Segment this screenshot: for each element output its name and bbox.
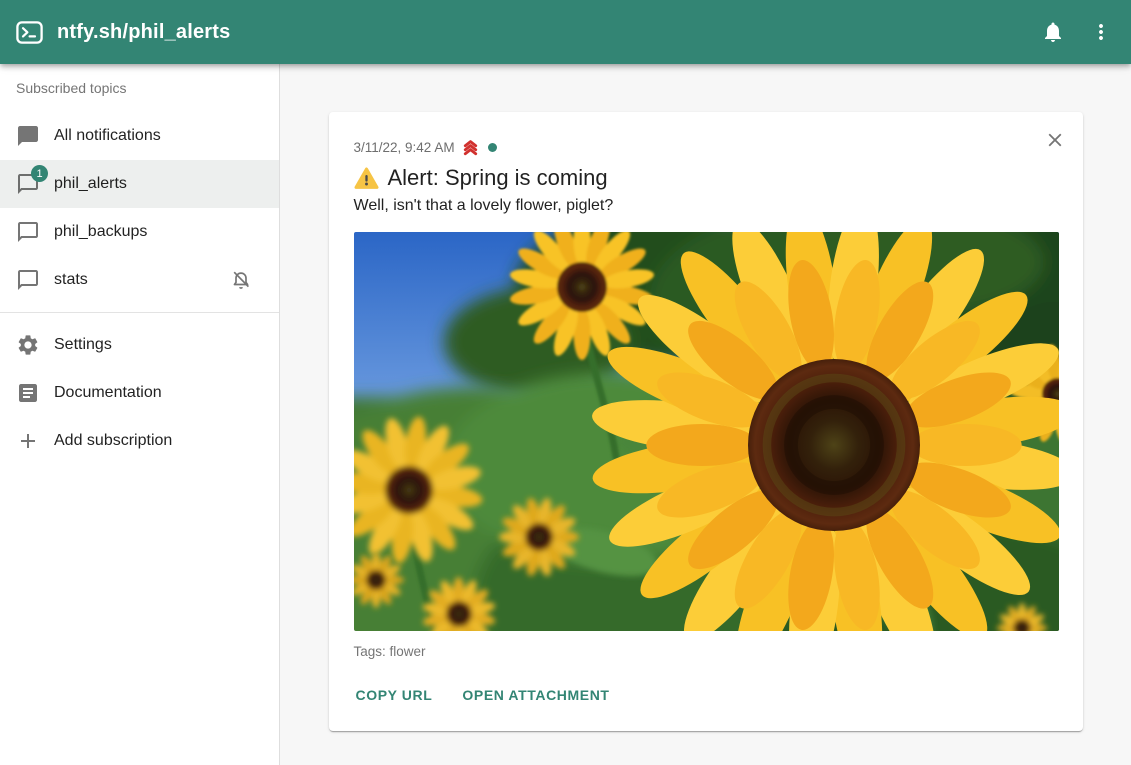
chat-outline-icon: 1 — [16, 172, 40, 196]
sidebar-item-phil-backups[interactable]: phil_backups — [0, 208, 279, 256]
sidebar-menu: Settings Documentation Add subscription — [0, 321, 279, 465]
warning-emoji-icon — [354, 167, 379, 190]
chat-outline-icon — [16, 268, 40, 292]
notification-card: 3/11/22, 9:42 AM — [329, 112, 1083, 731]
sidebar-item-settings[interactable]: Settings — [0, 321, 279, 369]
ntfy-terminal-logo-icon — [16, 21, 43, 44]
sidebar-item-label: stats — [54, 271, 229, 289]
sidebar-item-label: Documentation — [54, 384, 263, 402]
copy-url-button[interactable]: COPY URL — [354, 683, 435, 707]
plus-icon — [16, 429, 40, 453]
sidebar: Subscribed topics All notifications 1 ph — [0, 64, 280, 765]
article-icon — [16, 381, 40, 405]
notification-title: Alert: Spring is coming — [388, 165, 608, 191]
notification-body: Well, isn't that a lovely flower, piglet… — [354, 197, 1059, 215]
notification-tags: Tags: flower — [354, 644, 1059, 659]
close-notification-button[interactable] — [1035, 120, 1075, 160]
sunflower-photo — [354, 232, 1059, 631]
topics-list: All notifications 1 phil_alerts phil_b — [0, 112, 279, 304]
attachment-image[interactable] — [354, 232, 1059, 631]
card-actions: COPY URL OPEN ATTACHMENT — [354, 683, 1059, 707]
notification-timestamp: 3/11/22, 9:42 AM — [354, 140, 455, 155]
open-attachment-button[interactable]: OPEN ATTACHMENT — [460, 683, 611, 707]
priority-max-icon — [461, 138, 480, 157]
sidebar-item-documentation[interactable]: Documentation — [0, 369, 279, 417]
page-title: ntfy.sh/phil_alerts — [57, 21, 1029, 44]
sidebar-item-label: phil_alerts — [54, 175, 263, 193]
kebab-menu-icon — [1089, 20, 1113, 44]
notification-meta: 3/11/22, 9:42 AM — [354, 138, 1059, 157]
notifications-muted-icon — [229, 268, 253, 292]
bell-icon — [1041, 20, 1065, 44]
overflow-menu-button[interactable] — [1077, 8, 1125, 56]
subscribed-topics-header: Subscribed topics — [0, 64, 279, 112]
main-content: 3/11/22, 9:42 AM — [280, 64, 1131, 765]
sidebar-item-all-notifications[interactable]: All notifications — [0, 112, 279, 160]
sidebar-item-label: All notifications — [54, 127, 263, 145]
sidebar-item-phil-alerts[interactable]: 1 phil_alerts — [0, 160, 279, 208]
gear-icon — [16, 333, 40, 357]
chat-filled-icon — [16, 124, 40, 148]
sidebar-item-add-subscription[interactable]: Add subscription — [0, 417, 279, 465]
app-bar: ntfy.sh/phil_alerts — [0, 0, 1131, 64]
unread-count-badge: 1 — [31, 165, 48, 182]
sidebar-item-label: phil_backups — [54, 223, 263, 241]
sidebar-item-label: Add subscription — [54, 432, 263, 450]
chat-outline-icon — [16, 220, 40, 244]
close-icon — [1044, 129, 1066, 151]
sidebar-item-stats[interactable]: stats — [0, 256, 279, 304]
unread-dot — [488, 143, 497, 152]
notification-title-row: Alert: Spring is coming — [354, 165, 1059, 191]
sidebar-divider — [0, 312, 279, 313]
sidebar-item-label: Settings — [54, 336, 263, 354]
notifications-bell-button[interactable] — [1029, 8, 1077, 56]
